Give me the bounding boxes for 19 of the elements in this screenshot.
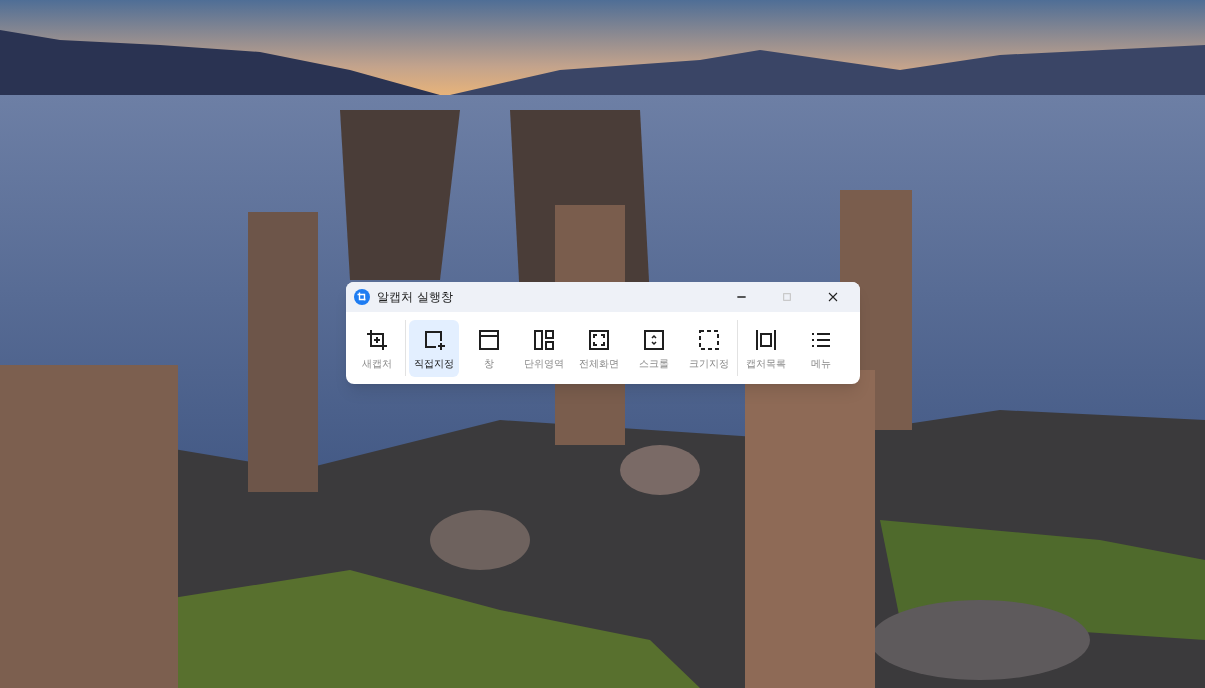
window-icon (477, 327, 501, 352)
toolbar-button[interactable]: 스크롤 (629, 319, 679, 377)
layout-icon (532, 327, 556, 352)
minimize-icon (736, 296, 746, 298)
app-logo-icon (354, 289, 370, 305)
toolbar-button[interactable]: 새캡처 (352, 319, 402, 377)
fullscreen-icon (587, 327, 611, 352)
window-title: 알캡처 실행창 (377, 289, 453, 306)
dashed-rectangle-icon (697, 327, 721, 352)
toolbar-button[interactable]: 메뉴 (796, 319, 846, 377)
toolbar-button[interactable]: 창 (464, 319, 514, 377)
toolbar-button[interactable]: 크기지정 (684, 319, 734, 377)
film-strip-icon (754, 327, 778, 352)
toolbar-button[interactable]: 단위영역 (519, 319, 569, 377)
toolbar-button[interactable]: 캡처목록 (741, 319, 791, 377)
toolbar-button[interactable]: 전체화면 (574, 319, 624, 377)
toolbar-button[interactable]: 직접지정 (409, 319, 459, 377)
scroll-icon (642, 327, 666, 352)
crop-plus-icon (365, 327, 389, 352)
